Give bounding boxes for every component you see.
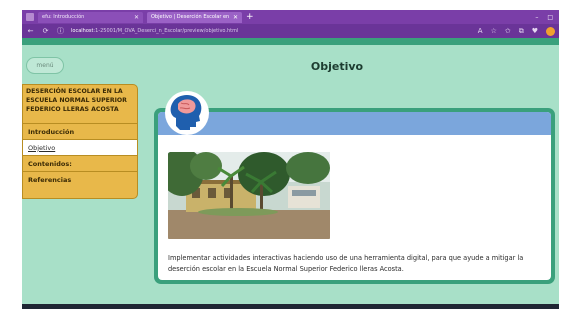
screenshot-frame: efu: Introducción ✕ Objetivo | Deserción… <box>0 0 569 309</box>
star-icon[interactable]: ☆ <box>491 27 497 35</box>
browser-toolbar-icons: A ☆ ✩ ⧉ ♥ <box>478 26 555 36</box>
url-path: :1-25001/M_OVA_Deserci_n_Escolar/preview… <box>93 28 239 34</box>
sidebar-item-objetivo[interactable]: Objetivo <box>23 139 137 155</box>
content-card-body: Implementar actividades interactivas hac… <box>158 112 551 280</box>
page-title: Objetivo <box>310 60 364 73</box>
content-card-header <box>158 112 551 135</box>
close-icon[interactable]: ✕ <box>233 14 238 21</box>
site-header-strip <box>22 38 559 45</box>
collections-icon[interactable]: ⧉ <box>519 27 524 36</box>
school-photo <box>168 152 330 239</box>
brain-head-icon <box>162 88 212 138</box>
sidebar-nav: DESERCIÓN ESCOLAR EN LA ESCUELA NORMAL S… <box>22 84 138 199</box>
read-aloud-icon[interactable]: A <box>478 27 483 35</box>
heart-icon[interactable]: ♥ <box>532 27 538 35</box>
menu-button[interactable]: menú <box>26 57 64 74</box>
avatar[interactable] <box>546 26 555 36</box>
window-controls: – □ <box>535 14 559 21</box>
tab-actions-icon[interactable] <box>26 13 34 21</box>
sidebar-title: DESERCIÓN ESCOLAR EN LA ESCUELA NORMAL S… <box>26 88 127 113</box>
sidebar-item-referencias[interactable]: Referencias <box>23 171 137 187</box>
sidebar-item-contenidos[interactable]: Contenidos: <box>23 155 137 171</box>
url-field[interactable]: localhost:1-25001/M_OVA_Deserci_n_Escola… <box>71 28 238 34</box>
menu-label: menú <box>36 62 54 69</box>
tab-bar: efu: Introducción ✕ Objetivo | Deserción… <box>22 10 559 24</box>
sidebar-item-introduccion[interactable]: Introducción <box>23 123 137 139</box>
browser-window: efu: Introducción ✕ Objetivo | Deserción… <box>22 10 559 309</box>
close-icon[interactable]: ✕ <box>134 14 139 21</box>
tab-label: efu: Introducción <box>42 14 85 20</box>
maximize-icon[interactable]: □ <box>547 14 553 21</box>
info-icon: ⓘ <box>57 27 64 35</box>
tab-introduccion[interactable]: efu: Introducción ✕ <box>38 11 143 23</box>
minimize-icon[interactable]: – <box>535 14 538 21</box>
address-bar: ← ⟳ ⓘ localhost:1-25001/M_OVA_Deserci_n_… <box>22 24 559 38</box>
tab-objetivo[interactable]: Objetivo | Deserción Escolar en ✕ <box>147 11 242 23</box>
url-host: localhost <box>71 28 94 34</box>
tab-label: Objetivo | Deserción Escolar en <box>151 14 230 20</box>
new-tab-icon[interactable]: + <box>246 12 254 22</box>
windows-taskbar <box>22 304 559 309</box>
content-card: Implementar actividades interactivas hac… <box>154 108 555 284</box>
objective-text: Implementar actividades interactivas hac… <box>168 254 524 273</box>
back-arrow-icon[interactable]: ← <box>26 27 35 35</box>
favorites-icon[interactable]: ✩ <box>505 27 511 35</box>
refresh-icon[interactable]: ⟳ <box>41 27 50 35</box>
